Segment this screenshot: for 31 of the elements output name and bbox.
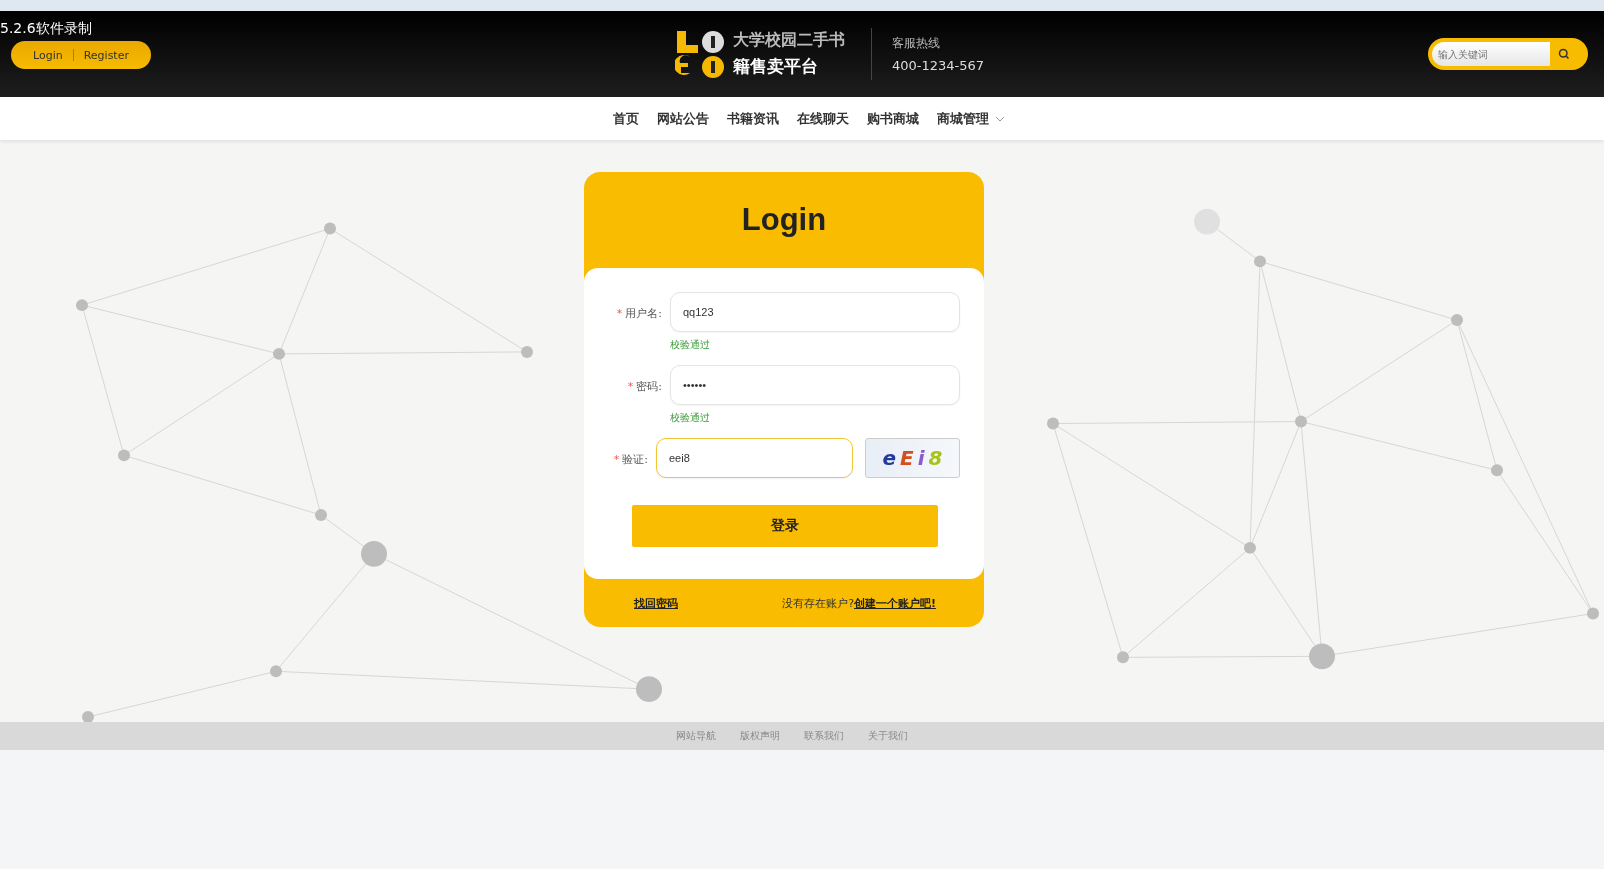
- hotline-number: 400-1234-567: [891, 58, 985, 73]
- forgot-password-link[interactable]: 找回密码: [634, 595, 678, 611]
- password-field[interactable]: ••••••: [670, 365, 960, 405]
- nav-link[interactable]: 网站公告: [657, 109, 709, 128]
- nav-link[interactable]: 首页: [613, 109, 639, 128]
- logo-title: 大学校园二手书: [732, 30, 845, 51]
- logo-icon: [674, 29, 725, 79]
- hotline-label: 客服热线: [891, 35, 941, 52]
- signup-prompt: 没有存在账户?创建一个账户吧!: [782, 595, 936, 611]
- field-label: * 用户名:: [615, 306, 662, 322]
- chevron-down-icon: [995, 115, 1005, 122]
- validation-message: 校验通过: [670, 338, 711, 352]
- login-button[interactable]: 登录: [632, 505, 938, 547]
- nav-link[interactable]: 购书商城: [867, 109, 919, 128]
- field-label: * 验证:: [612, 452, 648, 468]
- search-icon: [1558, 48, 1570, 60]
- validation-message: 校验通过: [670, 411, 711, 425]
- nav-link[interactable]: 书籍资讯: [727, 109, 779, 128]
- recorder-overlay-text: 5.2.6软件录制: [0, 20, 92, 38]
- captcha-field[interactable]: eei8: [656, 438, 853, 478]
- search-field[interactable]: 输入关键词: [1432, 42, 1550, 66]
- header-link[interactable]: Register: [73, 48, 139, 62]
- login-title: Login: [740, 201, 828, 239]
- captcha-image[interactable]: eEi8: [865, 438, 960, 478]
- signup-link[interactable]: 创建一个账户吧!: [853, 596, 936, 610]
- nav-link[interactable]: 商城管理: [937, 109, 1005, 128]
- field-label: * 密码:: [626, 379, 662, 395]
- nav-link[interactable]: 在线聊天: [797, 109, 849, 128]
- logo-subtitle: 籍售卖平台: [732, 55, 819, 78]
- header-link[interactable]: Login: [23, 48, 73, 62]
- username-field[interactable]: qq123: [670, 292, 960, 332]
